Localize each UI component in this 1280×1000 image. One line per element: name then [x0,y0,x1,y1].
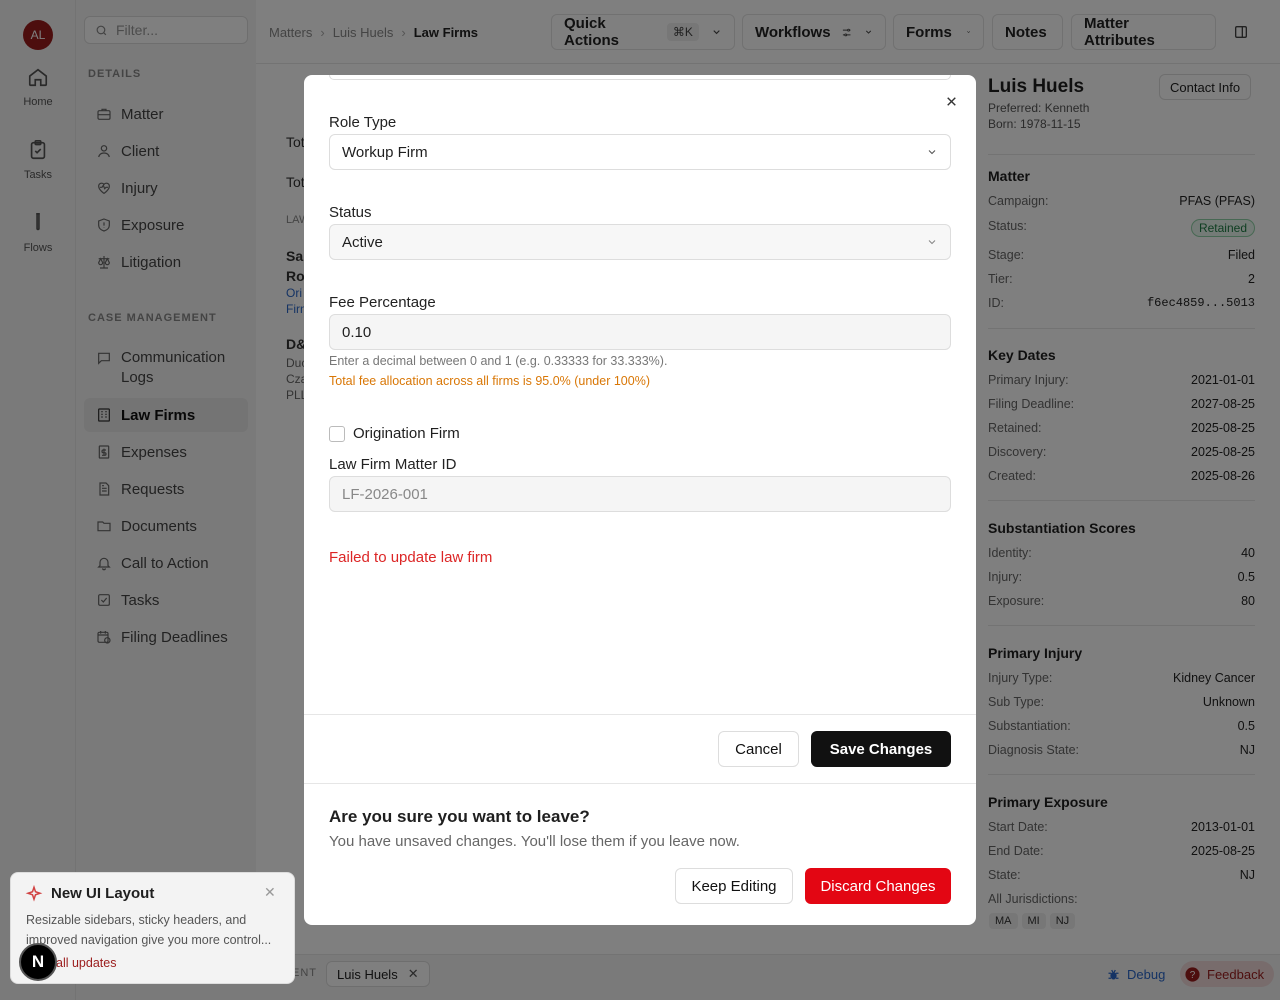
update-error-message: Failed to update law firm [329,549,493,566]
save-changes-button[interactable]: Save Changes [811,731,951,767]
close-icon [946,96,956,106]
scrolled-field-edge [329,75,951,80]
confirm-divider [304,783,976,784]
toast-body: Resizable sidebars, sticky headers, and … [26,913,272,947]
fee-percentage-input[interactable]: 0.10 [329,314,951,350]
discard-changes-button[interactable]: Discard Changes [805,868,951,904]
footer-divider [304,714,976,715]
unsaved-changes-text: You have unsaved changes. You'll lose th… [329,833,740,850]
role-type-select[interactable]: Workup Firm [329,134,951,170]
nextjs-dev-badge[interactable]: N [19,943,57,981]
view-all-updates-link[interactable]: all updates [56,956,116,970]
status-label: Status [329,204,372,221]
status-select[interactable]: Active [329,224,951,260]
origination-firm-checkbox[interactable] [329,426,345,442]
fee-allocation-warning: Total fee allocation across all firms is… [329,374,650,388]
fee-percentage-label: Fee Percentage [329,294,436,311]
role-type-value: Workup Firm [342,143,428,161]
edit-law-firm-dialog: Role Type Workup Firm Status Active Fee … [304,75,976,925]
sparkle-icon [25,885,43,902]
cancel-button[interactable]: Cancel [718,731,799,767]
fee-percentage-value: 0.10 [342,323,372,341]
matter-id-placeholder: LF-2026-001 [342,485,428,503]
law-firm-matter-id-label: Law Firm Matter ID [329,456,457,473]
chevron-down-icon [928,150,936,155]
keep-editing-button[interactable]: Keep Editing [675,868,793,904]
fee-help-text: Enter a decimal between 0 and 1 (e.g. 0.… [329,354,668,368]
law-firm-matter-id-input[interactable]: LF-2026-001 [329,476,951,512]
status-value: Active [342,233,383,251]
origination-firm-label[interactable]: Origination Firm [353,425,460,442]
close-dialog-button[interactable] [942,92,960,110]
role-type-label: Role Type [329,114,397,131]
toast-title: New UI Layout [51,885,155,902]
unsaved-changes-title: Are you sure you want to leave? [329,807,590,826]
chevron-down-icon [928,240,936,245]
close-icon[interactable]: ✕ [264,884,276,901]
